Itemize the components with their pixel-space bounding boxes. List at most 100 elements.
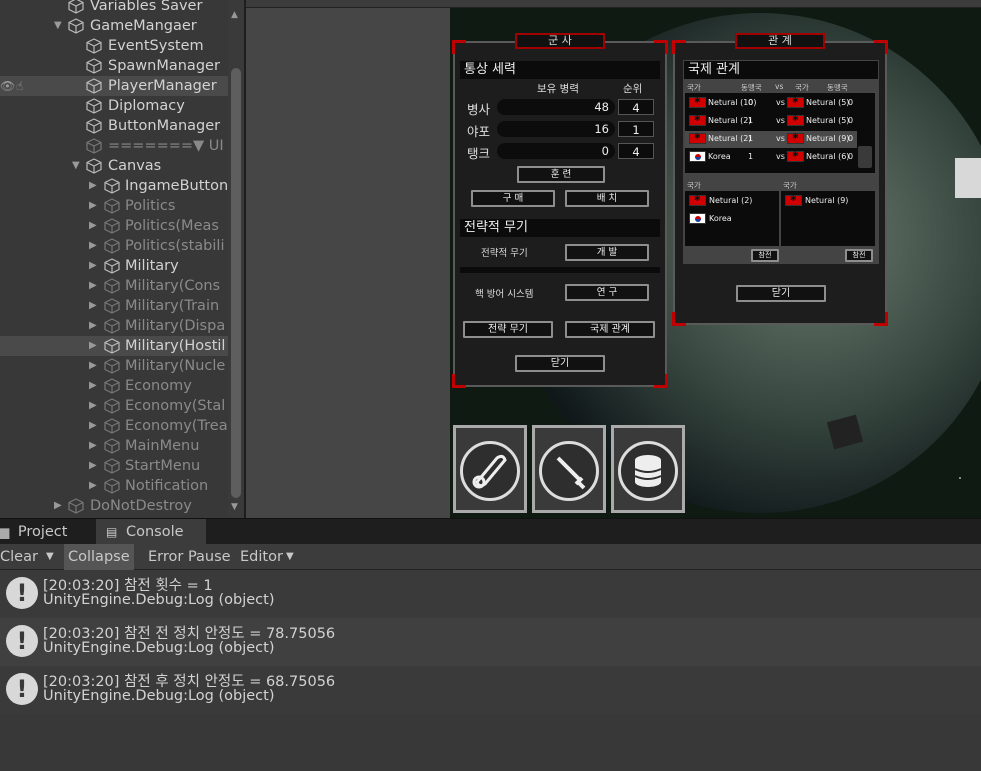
scroll-down-icon[interactable]: ▼ [231,502,238,512]
hierarchy-item[interactable]: ▶ Economy [0,376,228,396]
hierarchy-label: SpawnManager [108,58,220,74]
hierarchy-item[interactable]: ▶ IngameButton [0,176,228,196]
expand-arrow-icon[interactable]: ▶ [89,316,97,336]
train-button[interactable]: 훈 련 [517,166,605,183]
politics-scroll-button[interactable] [453,425,527,513]
unit-label: 병사 [467,102,491,117]
tab-console[interactable]: ▤ Console [96,519,206,545]
game-view[interactable]: 군 사 통상 세력 보유 병력 순위 병사 48 4 야포 16 1 탱크 0 … [450,8,981,518]
hierarchy-item[interactable]: ▶ Military(Nucle [0,356,228,376]
hierarchy-item[interactable]: ▶ StartMenu [0,456,228,476]
expand-arrow-icon[interactable]: ▼ [54,16,62,36]
expand-arrow-icon[interactable]: ▶ [89,476,97,496]
expand-arrow-icon[interactable]: ▶ [89,356,97,376]
economy-coin-button[interactable] [611,425,685,513]
expand-arrow-icon[interactable]: ▶ [89,276,97,296]
tab-project[interactable]: ▆ Project [0,519,96,545]
expand-arrow-icon[interactable]: ▶ [89,456,97,476]
clear-button[interactable]: Clear [0,544,42,570]
hierarchy-item[interactable]: ▶ Economy(Trea [0,416,228,436]
hierarchy-item[interactable]: ▶ Notification [0,476,228,496]
list-item[interactable]: Netural (9) [805,196,848,205]
hierarchy-label: =======▼ UI [108,138,224,154]
hierarchy-item[interactable]: ▼ Canvas [0,156,228,176]
military-sword-button[interactable] [532,425,606,513]
expand-arrow-icon[interactable]: ▶ [89,196,97,216]
expand-arrow-icon[interactable]: ▶ [89,436,97,456]
hierarchy-item[interactable]: Diplomacy [0,96,228,116]
join-war-left-button[interactable]: 참전 [751,249,779,262]
log-entry[interactable]: ! [20:03:20] 참전 후 정치 안정도 = 68.75056 Unit… [0,666,981,714]
hierarchy-scroll-thumb[interactable] [231,68,241,498]
hierarchy-item[interactable]: ▼ GameMangaer [0,16,228,36]
hierarchy-item[interactable]: ButtonManager [0,116,228,136]
log-entry[interactable]: ! [20:03:20] 참전 횟수 = 1 UnityEngine.Debug… [0,570,981,618]
buy-button[interactable]: 구 매 [471,190,555,207]
hierarchy-item[interactable]: Variables Saver [0,0,228,16]
hierarchy-item[interactable]: ▶ Military(Dispa [0,316,228,336]
list-item[interactable]: Korea [709,214,732,223]
hierarchy-item[interactable]: ▶ Politics(Meas [0,216,228,236]
hierarchy-item[interactable]: SpawnManager [0,56,228,76]
editor-dropdown[interactable]: Editor [236,544,287,570]
clear-dropdown-icon[interactable]: ▼ [42,544,58,570]
hierarchy-item[interactable]: ▶ MainMenu [0,436,228,456]
hierarchy-item[interactable]: 👁 ☝ PlayerManager [0,76,228,96]
country-name: Netural (2) [708,134,752,143]
gameobject-icon [104,278,120,294]
hierarchy-label: Economy(Trea [125,418,228,434]
hierarchy-item[interactable]: EventSystem [0,36,228,56]
expand-arrow-icon[interactable]: ▶ [89,296,97,316]
hierarchy-item[interactable]: ▶ Military(Cons [0,276,228,296]
expand-arrow-icon[interactable]: ▶ [89,216,97,236]
deploy-button[interactable]: 배 치 [565,190,649,207]
visibility-eye-icon[interactable]: 👁 [0,76,15,96]
hierarchy-item[interactable]: ▶ DoNotDestroy [0,496,228,516]
section-title: 통상 세력 [460,61,660,79]
expand-arrow-icon[interactable]: ▶ [89,176,97,196]
hierarchy-label: EventSystem [108,38,204,54]
scroll-up-icon[interactable]: ▲ [231,10,238,20]
pick-hand-icon[interactable]: ☝ [16,76,23,96]
unit-value: 0 [497,143,615,159]
expand-arrow-icon[interactable]: ▶ [89,256,97,276]
develop-button[interactable]: 개 발 [565,244,649,261]
expand-arrow-icon[interactable]: ▶ [89,236,97,256]
hierarchy-item[interactable]: ▶ Military(Hostil [0,336,228,356]
hierarchy-item[interactable]: ▶ Politics(stabili [0,236,228,256]
hierarchy-label: Military(Nucle [125,358,226,374]
intl-relations-button[interactable]: 국제 관계 [565,321,655,338]
research-button[interactable]: 연 구 [565,284,649,301]
expand-arrow-icon[interactable]: ▼ [72,156,80,176]
log-stack: UnityEngine.Debug:Log (object) [43,640,275,656]
hierarchy-item[interactable]: ▶ Economy(Stal [0,396,228,416]
hierarchy-item[interactable]: ▶ Military [0,256,228,276]
strategic-weapon-button[interactable]: 전략 무기 [463,321,553,338]
gameobject-icon [104,178,120,194]
hierarchy-item[interactable]: ▶ Politics [0,196,228,216]
expand-arrow-icon[interactable]: ▶ [54,496,62,516]
join-war-right-button[interactable]: 참전 [845,249,873,262]
log-entry[interactable]: ! [20:03:20] 참전 전 정치 안정도 = 78.75056 Unit… [0,618,981,666]
list-header: 국가 [687,181,701,190]
military-close-button[interactable]: 닫기 [515,355,605,372]
table-scrollbar[interactable] [858,146,872,168]
console-toolbar: Clear ▼ Collapse Error Pause Editor ▼ [0,544,981,570]
editor-dropdown-icon[interactable]: ▼ [282,544,298,570]
hierarchy-item[interactable]: =======▼ UI [0,136,228,156]
expand-arrow-icon[interactable]: ▶ [89,336,97,356]
relations-panel: 관 계 국제 관계 국가 동맹국 vs 국가 동맹국 Netural (10) … [672,33,888,326]
relations-close-button[interactable]: 닫기 [736,285,826,302]
gameobject-icon [86,118,102,134]
list-item[interactable]: Netural (2) [709,196,752,205]
ally-count: 1 [748,116,754,125]
nuke-defense-label: 핵 방어 시스템 [475,289,534,300]
collapse-button[interactable]: Collapse [64,544,134,570]
gameobject-icon [104,358,120,374]
error-pause-button[interactable]: Error Pause [144,544,235,570]
expand-arrow-icon[interactable]: ▶ [89,416,97,436]
hierarchy-item[interactable]: ▶ Military(Train [0,296,228,316]
expand-arrow-icon[interactable]: ▶ [89,396,97,416]
ally-count: 0 [848,134,854,143]
expand-arrow-icon[interactable]: ▶ [89,376,97,396]
